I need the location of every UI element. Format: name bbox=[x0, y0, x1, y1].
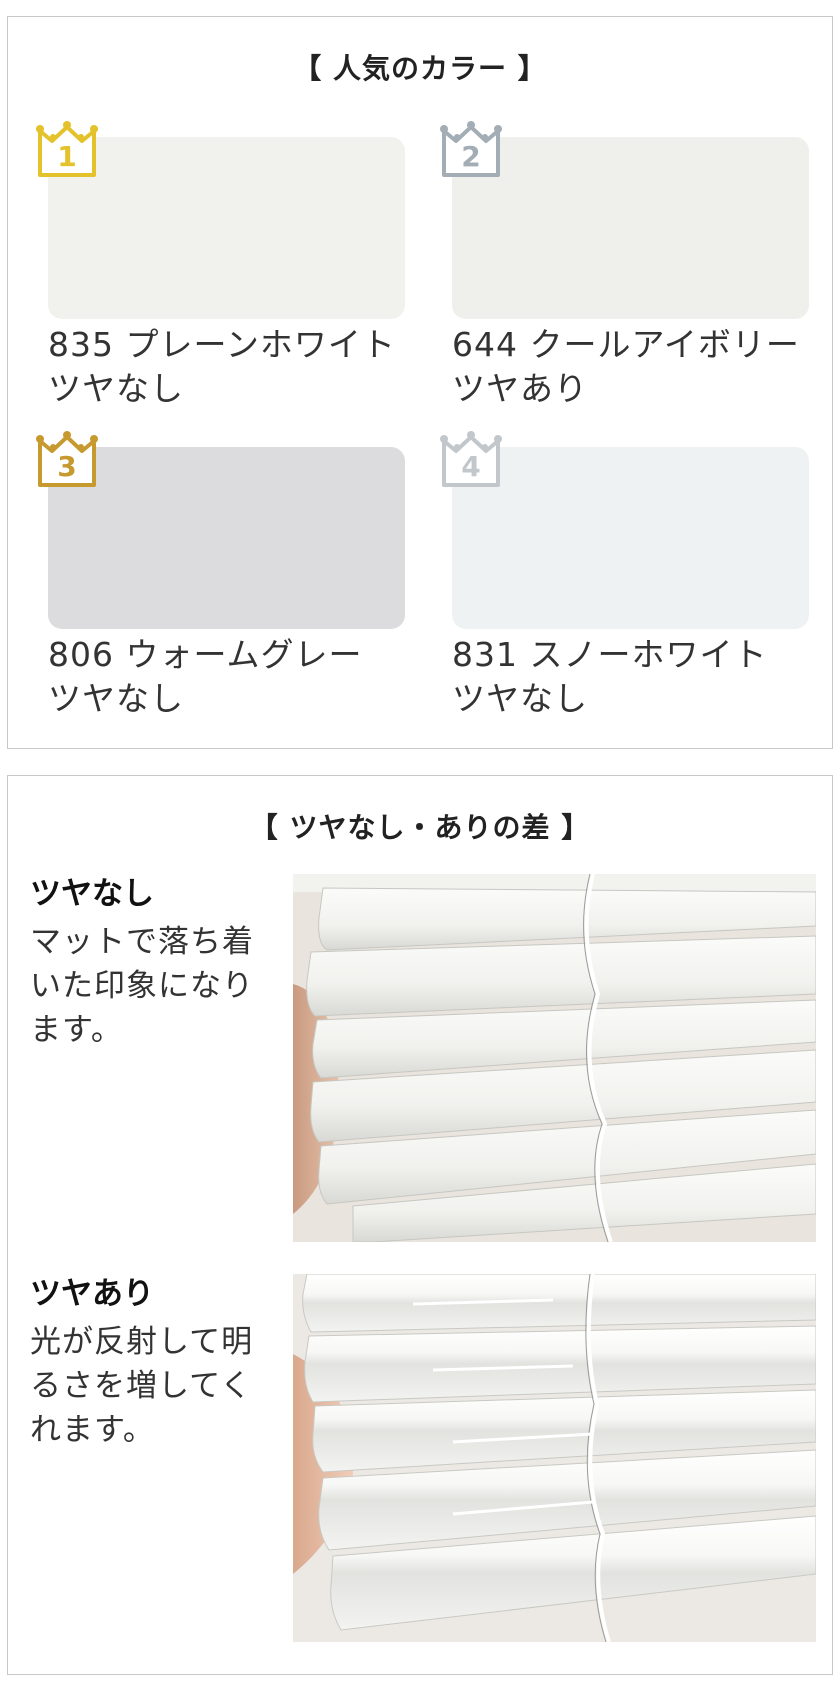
glossy-description-line: るさを増してく bbox=[30, 1368, 253, 1404]
color-finish: ツヤあり bbox=[452, 369, 588, 408]
glossy-blind-photo bbox=[293, 1274, 816, 1642]
color-card-1: 1 835 プレーンホワイト ツヤなし bbox=[16, 117, 405, 408]
matte-description-line: ます。 bbox=[30, 1012, 123, 1048]
matte-description-line: マットで落ち着 bbox=[30, 924, 254, 960]
glossy-description-line: れます。 bbox=[30, 1412, 155, 1448]
rank-number: 2 bbox=[461, 140, 480, 173]
glossy-heading: ツヤあり bbox=[30, 1276, 154, 1312]
rank-number: 3 bbox=[57, 450, 76, 483]
matte-description-line: いた印象になり bbox=[30, 968, 254, 1004]
matte-heading: ツヤなし bbox=[30, 876, 154, 912]
glossy-description-line: 光が反射して明 bbox=[30, 1324, 254, 1360]
popular-colors-panel: 【 人気のカラー 】 1 835 プレーンホワイト ツヤなし 2 644 クール… bbox=[7, 16, 833, 749]
color-name: 831 スノーホワイト bbox=[452, 635, 768, 674]
color-card-2: 2 644 クールアイボリー ツヤあり bbox=[420, 117, 809, 408]
color-finish: ツヤなし bbox=[452, 679, 588, 718]
gloss-difference-title: 【 ツヤなし・ありの差 】 bbox=[249, 811, 591, 844]
glossy-description: 光が反射して明 るさを増してく れます。 bbox=[30, 1320, 270, 1452]
color-swatch bbox=[452, 447, 809, 629]
color-swatch bbox=[452, 137, 809, 319]
color-swatch bbox=[48, 447, 405, 629]
matte-blind-photo bbox=[293, 874, 816, 1242]
gloss-difference-panel: 【 ツヤなし・ありの差 】 ツヤなし マットで落ち着 いた印象になり ます。 ツ… bbox=[7, 775, 833, 1675]
matte-description: マットで落ち着 いた印象になり ます。 bbox=[30, 920, 270, 1052]
rank-crown-icon: 4 bbox=[440, 427, 502, 489]
color-card-4: 4 831 スノーホワイト ツヤなし bbox=[420, 427, 809, 718]
color-name: 806 ウォームグレー bbox=[48, 635, 363, 674]
rank-crown-icon: 3 bbox=[36, 427, 98, 489]
rank-number: 1 bbox=[57, 140, 76, 173]
popular-colors-title: 【 人気のカラー 】 bbox=[293, 52, 547, 85]
rank-number: 4 bbox=[461, 450, 480, 483]
color-name: 644 クールアイボリー bbox=[452, 325, 800, 364]
color-finish: ツヤなし bbox=[48, 369, 184, 408]
color-swatch bbox=[48, 137, 405, 319]
color-card-3: 3 806 ウォームグレー ツヤなし bbox=[16, 427, 405, 718]
rank-crown-icon: 2 bbox=[440, 117, 502, 179]
color-finish: ツヤなし bbox=[48, 679, 184, 718]
rank-crown-icon: 1 bbox=[36, 117, 98, 179]
color-name: 835 プレーンホワイト bbox=[48, 325, 396, 364]
